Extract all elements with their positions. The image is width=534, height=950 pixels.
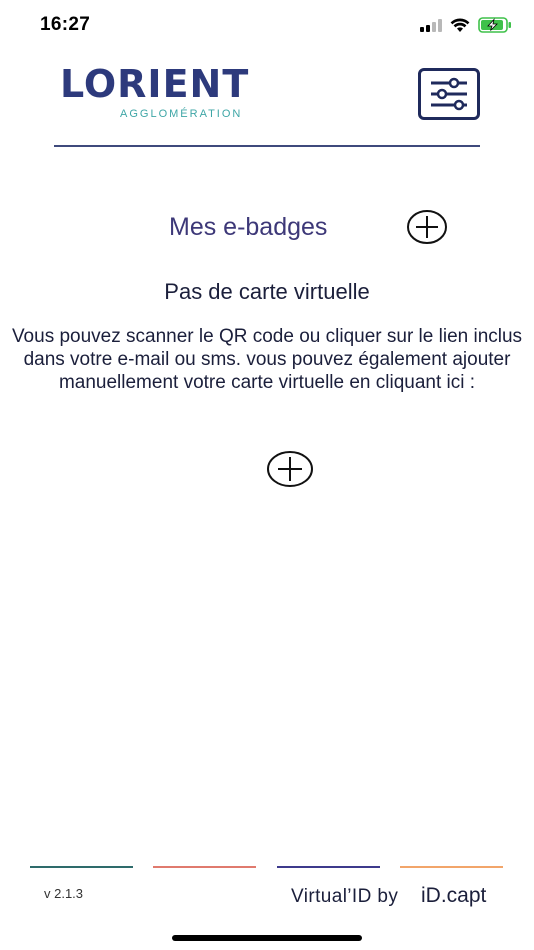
- logo-subtext: AGGLOMÉRATION: [120, 108, 243, 120]
- credit-text: Virtual’ID by: [291, 886, 399, 907]
- footer-line-indigo: [277, 866, 380, 868]
- empty-state-message: Vous pouvez scanner le QR code ou clique…: [11, 326, 523, 393]
- idcapt-brand: iD.capt: [421, 884, 487, 907]
- footer-line-orange: [400, 866, 503, 868]
- app-version: v 2.1.3: [44, 886, 84, 901]
- logo-text: LORIENT: [60, 62, 250, 106]
- settings-button[interactable]: [418, 68, 480, 120]
- home-indicator[interactable]: [172, 935, 362, 941]
- add-virtual-card-button[interactable]: [266, 450, 314, 488]
- status-icons: [420, 17, 512, 33]
- section-title: Mes e-badges: [169, 213, 328, 241]
- plus-circle-icon: [267, 451, 313, 487]
- sliders-icon: [431, 77, 467, 111]
- empty-state-title: Pas de carte virtuelle: [164, 279, 370, 304]
- lorient-logo: LORIENT AGGLOMÉRATION: [46, 58, 256, 130]
- status-bar: 16:27: [0, 0, 534, 52]
- cellular-signal-icon: [420, 18, 442, 32]
- screen: 16:27 LORIENT AGGLOMÉRATION Mes e-badges…: [0, 0, 534, 950]
- status-time: 16:27: [40, 14, 91, 35]
- plus-circle-icon: [407, 210, 447, 244]
- battery-charging-icon: [478, 17, 511, 33]
- wifi-icon: [450, 17, 470, 32]
- footer-line-teal: [30, 866, 133, 868]
- add-badge-button[interactable]: [407, 209, 447, 245]
- footer-line-coral: [153, 866, 256, 868]
- header-divider: [54, 145, 480, 147]
